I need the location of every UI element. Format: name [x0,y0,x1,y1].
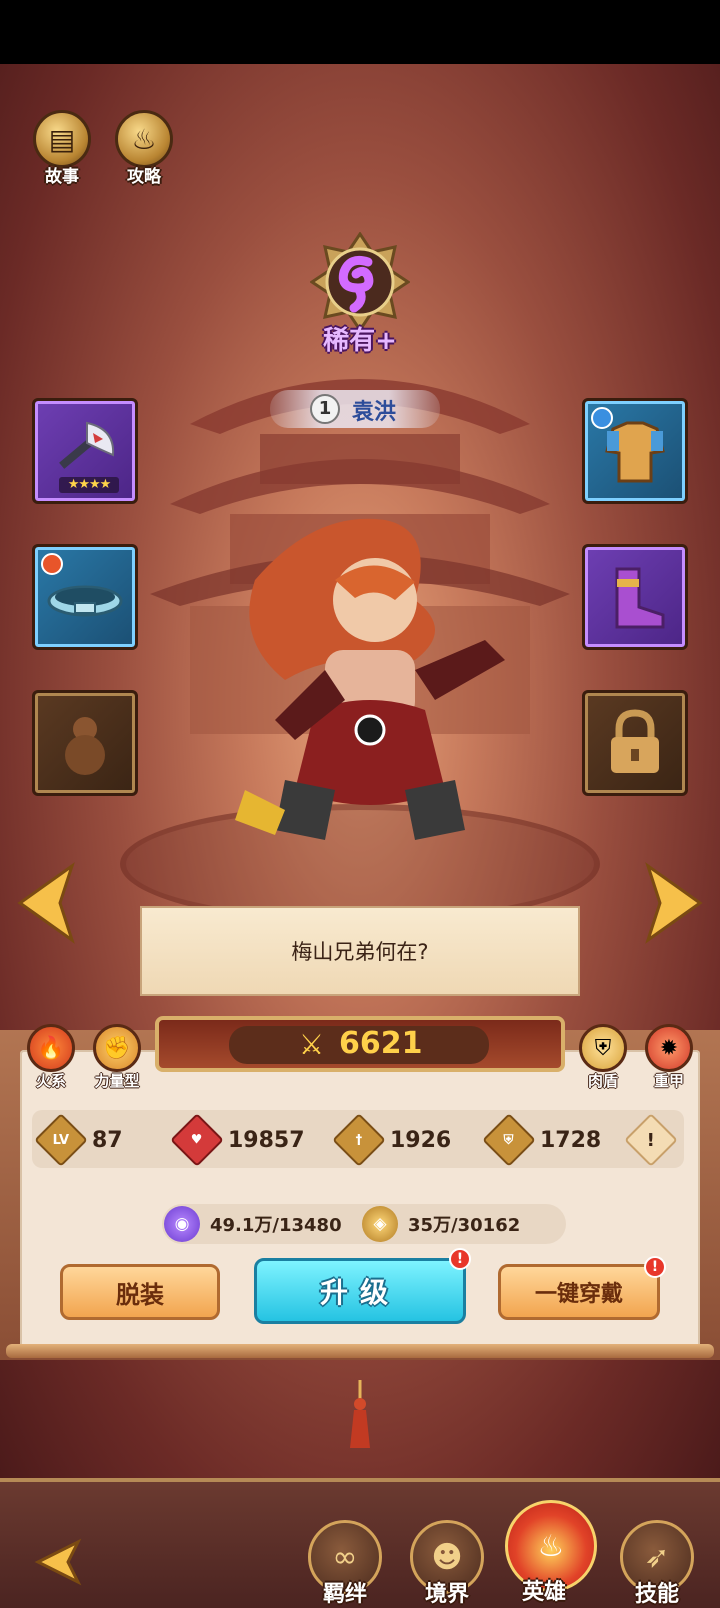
upgrade-label: 升级 [319,1276,400,1309]
shield-icon: ⛨ [579,1024,627,1072]
defense-value: 1728 [540,1127,602,1153]
attack-stat: † 1926 [332,1113,452,1167]
lock-icon [611,709,659,773]
boots-icon [615,567,665,629]
equip-all-alert-badge: ! [644,1256,666,1278]
unequip-button[interactable]: 脱装 [60,1264,220,1320]
nav-realm-label: 境界 [424,1582,469,1607]
nav-skill[interactable]: ➶ 技能 [618,1520,696,1608]
nav-hero-label: 英雄 [521,1580,566,1605]
equip-slot-gourd[interactable] [32,690,138,796]
gourd-icon [65,717,105,775]
hero-star-level: 1 [310,394,340,424]
upgrade-button[interactable]: 升级 [254,1258,466,1324]
unequip-label: 脱装 [116,1280,164,1309]
coin-icon: ◈ [362,1206,398,1242]
next-hero-arrow[interactable] [642,860,708,946]
nav-skill-label: 技能 [634,1582,679,1607]
equip-all-label: 一键穿戴 [534,1282,623,1307]
stat-info-button[interactable]: ! [624,1113,678,1167]
hp-stat: ♥ 19857 [170,1113,305,1167]
attack-value: 1926 [390,1127,452,1153]
belt-icon [47,585,123,617]
hero-character [235,518,505,840]
story-label: 故事 [45,167,79,187]
exp-orb-icon: ◉ [164,1206,200,1242]
upgrade-alert-badge: ! [449,1248,471,1270]
armor-icon [605,421,665,483]
tassel-ornament [350,1380,370,1448]
heavy-armor-icon: ✹ [645,1024,693,1072]
sword-icon: † [332,1113,386,1167]
equip-slot-boots[interactable] [582,544,688,650]
weapon-stars: ★★★★ [59,477,119,493]
fire-icon: 🔥 [27,1024,75,1072]
rarity-emblem-icon [309,231,411,333]
guide-label: 攻略 [127,167,161,187]
hero-dialogue-box: 梅山兄弟何在? [140,906,580,996]
hero-name: 袁洪 [352,400,397,425]
back-arrow-button[interactable] [28,1536,88,1588]
armor-tag[interactable]: ✹ 重甲 [638,1024,700,1091]
fist-icon: ✊ [93,1024,141,1072]
stats-row: LV 87 ♥ 19857 † 1926 ⛨ 1728 ! [32,1110,684,1168]
status-bar [0,0,720,64]
element-tag[interactable]: 🔥 火系 [20,1024,82,1091]
armor-label: 重甲 [653,1072,684,1090]
crossed-swords-icon: ⚔ [299,1028,325,1061]
exp-value: 49.1万/13480 [210,1215,342,1236]
equip-all-button[interactable]: 一键穿戴 [498,1264,660,1320]
type-label: 力量型 [94,1072,140,1090]
nav-hero[interactable]: ♨ 英雄 [505,1500,597,1606]
gold-resource: ◈ 35万/30162 [362,1206,520,1242]
hp-value: 19857 [228,1127,305,1153]
panel-scroll-rod [6,1344,714,1358]
combat-power-value: 6621 [339,1026,423,1061]
combat-power-bar: ⚔ 6621 [155,1016,565,1072]
nav-bond-label: 羁绊 [322,1582,367,1607]
defense-shield-icon: ⛨ [482,1113,536,1167]
exp-resource: ◉ 49.1万/13480 [164,1206,342,1242]
hero-name-bar: 1 袁洪 [270,390,440,428]
hero-dialogue-text: 梅山兄弟何在? [291,940,429,964]
rarity-label: 稀有+ [323,326,397,356]
level-value: 87 [92,1127,123,1153]
type-tag[interactable]: ✊ 力量型 [86,1024,148,1091]
equip-slot-locked[interactable] [582,690,688,796]
guide-button[interactable]: ♨ 攻略 [112,110,176,187]
upgrade-cost-bar: ◉ 49.1万/13480 ◈ 35万/30162 [162,1204,566,1244]
info-icon: ! [624,1113,678,1167]
level-stat: LV 87 [34,1113,123,1167]
nav-bond[interactable]: ∞ 羁绊 [306,1520,384,1608]
nav-realm[interactable]: ☻ 境界 [408,1520,486,1608]
heart-icon: ♥ [170,1113,224,1167]
gold-value: 35万/30162 [408,1215,521,1236]
defense-stat: ⛨ 1728 [482,1113,602,1167]
equip-slot-armor[interactable] [582,398,688,504]
equip-slot-weapon[interactable]: ★★★★ [32,398,138,504]
story-button[interactable]: ▤ 故事 [30,110,94,187]
rarity-badge: 稀有+ [300,231,420,362]
prev-hero-arrow[interactable] [12,860,78,946]
role-label: 肉盾 [587,1072,618,1090]
info-icon-text: ! [646,1129,656,1151]
level-icon-text: LV [52,1132,70,1148]
book-icon: ▤ [33,110,91,168]
equip-slot-belt[interactable] [32,544,138,650]
element-label: 火系 [35,1072,66,1090]
level-icon: LV [34,1113,88,1167]
role-tag[interactable]: ⛨ 肉盾 [572,1024,634,1091]
flame-icon: ♨ [115,110,173,168]
